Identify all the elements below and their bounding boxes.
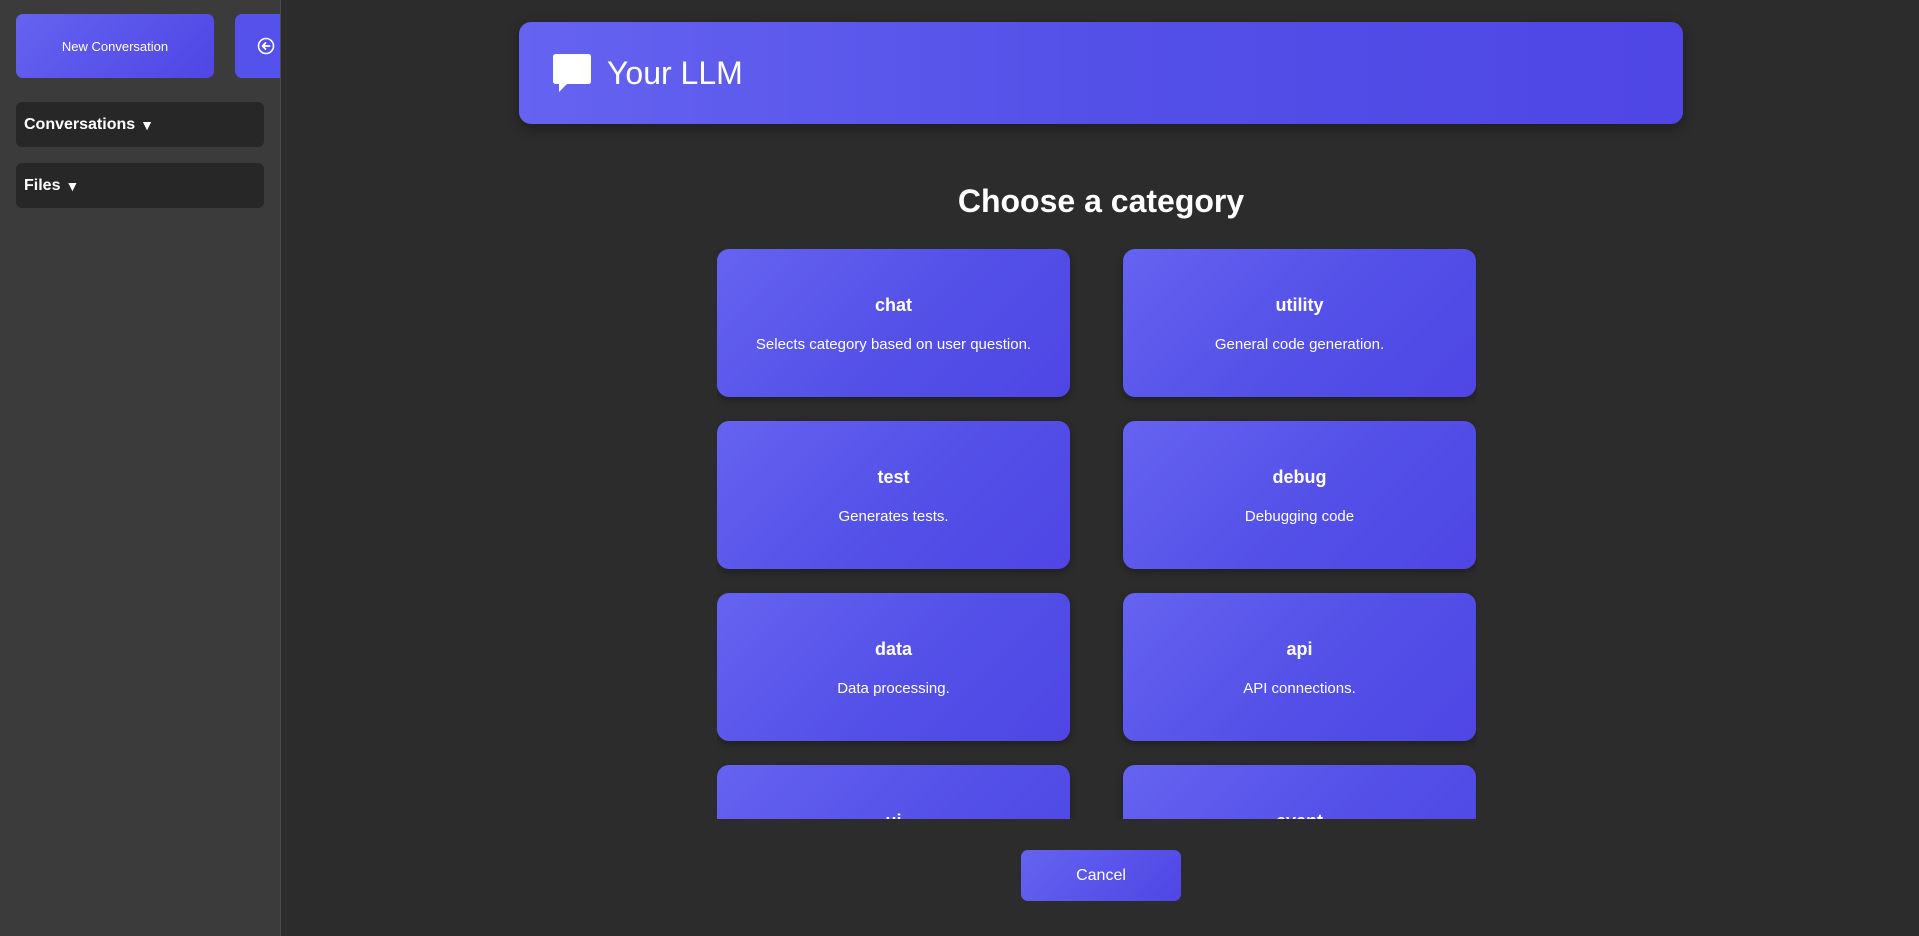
category-card-utility[interactable]: utility General code generation. bbox=[1123, 249, 1476, 397]
category-card-api[interactable]: api API connections. bbox=[1123, 593, 1476, 741]
files-toggle[interactable]: Files ▼ bbox=[16, 163, 264, 208]
cancel-button[interactable]: Cancel bbox=[1021, 850, 1181, 901]
arrow-left-circle-icon bbox=[257, 37, 275, 55]
new-conversation-label: New Conversation bbox=[61, 38, 169, 54]
conversations-label: Conversations bbox=[24, 115, 136, 133]
category-name: utility bbox=[1275, 295, 1324, 315]
new-conversation-button[interactable]: New Conversation bbox=[16, 14, 214, 78]
category-description: Data processing. bbox=[837, 680, 950, 697]
files-label: Files bbox=[24, 176, 61, 194]
category-description: General code generation. bbox=[1214, 336, 1385, 353]
conversations-toggle[interactable]: Conversations ▼ bbox=[16, 102, 264, 147]
triangle-down-icon: ▼ bbox=[65, 177, 80, 194]
app-header: Your LLM bbox=[519, 22, 1683, 124]
category-name: debug bbox=[1272, 467, 1327, 487]
category-card-ui[interactable]: ui bbox=[717, 765, 1070, 819]
category-grid: chat Selects category based on user ques… bbox=[717, 249, 1477, 819]
category-card-event[interactable]: event bbox=[1123, 765, 1476, 819]
page-title: Choose a category bbox=[957, 183, 1245, 219]
category-name: chat bbox=[874, 295, 912, 315]
category-card-data[interactable]: data Data processing. bbox=[717, 593, 1070, 741]
cancel-label: Cancel bbox=[1076, 866, 1126, 884]
category-card-test[interactable]: test Generates tests. bbox=[717, 421, 1070, 569]
triangle-down-icon: ▼ bbox=[140, 116, 154, 133]
category-name: event bbox=[1123, 811, 1476, 819]
category-name: test bbox=[877, 467, 910, 487]
category-description: API connections. bbox=[1243, 680, 1356, 697]
category-card-chat[interactable]: chat Selects category based on user ques… bbox=[717, 249, 1070, 397]
category-description: Generates tests. bbox=[838, 508, 949, 525]
category-description: Debugging code bbox=[1244, 508, 1355, 525]
category-name: api bbox=[1286, 639, 1313, 659]
chat-bubble-icon bbox=[553, 54, 591, 92]
category-card-debug[interactable]: debug Debugging code bbox=[1123, 421, 1476, 569]
sidebar: New Conversation Conversations ▼ Files ▼ bbox=[0, 0, 281, 936]
collapse-sidebar-button[interactable] bbox=[235, 14, 280, 78]
category-name: ui bbox=[717, 811, 1070, 819]
app-title: Your LLM bbox=[607, 54, 743, 91]
category-description: Selects category based on user question. bbox=[755, 336, 1032, 353]
category-name: data bbox=[874, 639, 912, 659]
